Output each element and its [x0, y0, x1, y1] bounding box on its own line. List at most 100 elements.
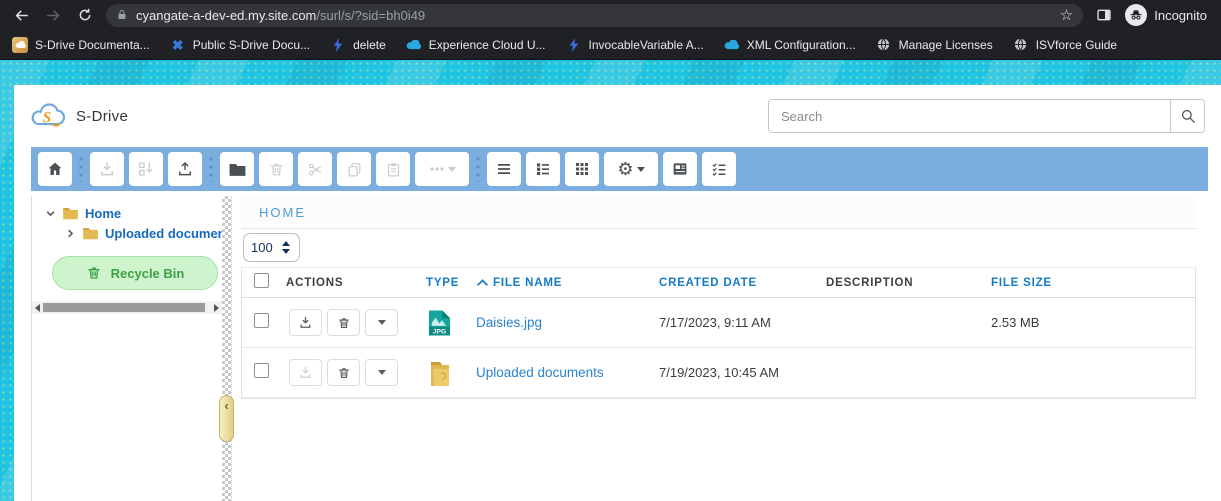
bookmark-item[interactable]: XML Configuration... [724, 37, 856, 53]
tree-item-home[interactable]: Home [32, 203, 222, 223]
row-download-button[interactable] [289, 309, 322, 336]
row-download-button[interactable] [289, 359, 322, 386]
chevron-right-icon[interactable] [65, 228, 76, 239]
trash-icon [86, 265, 102, 281]
delete-button[interactable] [259, 152, 293, 186]
new-folder-button[interactable] [220, 152, 254, 186]
download-icon [98, 160, 116, 178]
created-date-cell: 7/19/2023, 10:45 AM [659, 365, 826, 380]
scrollbar-thumb[interactable] [43, 303, 205, 312]
search-button[interactable] [1170, 100, 1204, 132]
bookmark-item[interactable]: ✖ Public S-Drive Docu... [170, 37, 310, 53]
chevron-down-icon [378, 370, 386, 375]
table-row: JPG Daisies.jpg 7/17/2023, 9:11 AM 2.53 … [242, 298, 1195, 348]
chevron-down-icon[interactable] [45, 208, 56, 219]
grid-view-button[interactable] [565, 152, 599, 186]
detail-view-icon [534, 160, 552, 178]
splitter-handle[interactable]: ‹ [219, 395, 234, 442]
column-header-file-name[interactable]: FILE NAME [476, 277, 659, 289]
incognito-icon [1125, 4, 1147, 26]
tree-item-uploaded-documents[interactable]: Uploaded documents [32, 223, 222, 243]
tree-horizontal-scrollbar[interactable] [32, 301, 222, 314]
bookmark-item[interactable]: delete [330, 37, 386, 53]
url-text: cyangate-a-dev-ed.my.site.com/surl/s/?si… [136, 8, 1052, 23]
row-checkbox[interactable] [254, 363, 269, 378]
folder-icon [82, 226, 99, 240]
search-icon [1179, 107, 1197, 125]
stepper-up-button[interactable] [282, 241, 290, 246]
incognito-badge[interactable]: Incognito [1125, 4, 1211, 26]
checklist-view-button[interactable] [702, 152, 736, 186]
column-header-created-date[interactable]: CREATED DATE [659, 277, 826, 289]
upload-button[interactable] [168, 152, 202, 186]
page-size-input[interactable] [251, 240, 277, 255]
bookmark-item[interactable]: S-Drive Documenta... [12, 37, 150, 53]
row-more-button[interactable] [365, 359, 398, 386]
row-checkbox[interactable] [254, 313, 269, 328]
page-background: S S-Drive [0, 60, 1221, 501]
scroll-left-icon[interactable] [35, 304, 40, 312]
sort-asc-icon [476, 278, 489, 287]
toolbar-separator [209, 156, 213, 182]
row-actions [282, 309, 426, 336]
stepper-down-button[interactable] [282, 249, 290, 254]
home-button[interactable] [38, 152, 72, 186]
tree-item-label: Uploaded documents [105, 226, 222, 241]
cut-button[interactable] [298, 152, 332, 186]
row-delete-button[interactable] [327, 359, 360, 386]
jpg-file-icon: JPG [428, 309, 451, 337]
bookmark-star-icon[interactable]: ☆ [1060, 8, 1073, 23]
paste-button[interactable] [376, 152, 410, 186]
bookmark-item[interactable]: Experience Cloud U... [406, 37, 546, 53]
select-all-checkbox[interactable] [254, 273, 269, 288]
folder-tree-panel: Home Uploaded documents Recycle Bin [31, 196, 222, 501]
file-table: ACTIONS TYPE FILE NAME CREATED DATE DESC… [241, 267, 1196, 399]
download-button[interactable] [90, 152, 124, 186]
settings-button[interactable]: ⚙ [604, 152, 658, 186]
stepper-arrows [282, 241, 290, 254]
select-all-cell [242, 273, 282, 293]
url-bar[interactable]: cyangate-a-dev-ed.my.site.com/surl/s/?si… [106, 4, 1083, 27]
file-name-link[interactable]: Daisies.jpg [476, 315, 542, 330]
svg-text:S: S [43, 109, 52, 126]
globe-icon [876, 37, 892, 53]
file-name-link[interactable]: Uploaded documents [476, 365, 604, 380]
detail-view-button[interactable] [526, 152, 560, 186]
row-delete-button[interactable] [327, 309, 360, 336]
file-size-cell: 2.53 MB [991, 315, 1195, 330]
side-panel-button[interactable] [1093, 4, 1115, 26]
chevron-down-icon [637, 167, 645, 172]
ellipsis-icon [429, 166, 445, 172]
search-box [768, 99, 1205, 133]
bookmark-item[interactable]: ISVforce Guide [1013, 37, 1117, 53]
scroll-right-icon[interactable] [214, 304, 219, 312]
file-type-cell: JPG [426, 309, 476, 337]
column-header-file-size[interactable]: FILE SIZE [991, 277, 1195, 289]
copy-icon [346, 161, 363, 178]
batch-download-button[interactable] [129, 152, 163, 186]
table-header-row: ACTIONS TYPE FILE NAME CREATED DATE DESC… [242, 268, 1195, 298]
file-list-panel: HOME ACTIONS TYPE FILE NAME CREA [231, 196, 1221, 501]
app-title: S-Drive [76, 108, 128, 125]
breadcrumb-home-link[interactable]: HOME [259, 205, 306, 220]
list-view-button[interactable] [487, 152, 521, 186]
search-input[interactable] [769, 100, 1170, 132]
bookmark-item[interactable]: InvocableVariable A... [566, 37, 704, 53]
brand: S S-Drive [30, 103, 128, 129]
row-more-button[interactable] [365, 309, 398, 336]
card-view-icon [671, 160, 689, 178]
recycle-bin-button[interactable]: Recycle Bin [52, 256, 218, 290]
recycle-bin-label: Recycle Bin [111, 266, 185, 281]
forward-button[interactable] [42, 4, 64, 26]
file-toolbar: ⚙ [31, 147, 1208, 191]
copy-button[interactable] [337, 152, 371, 186]
bookmark-item[interactable]: Manage Licenses [876, 37, 993, 53]
column-header-type[interactable]: TYPE [426, 277, 476, 289]
card-view-button[interactable] [663, 152, 697, 186]
refresh-button[interactable] [74, 4, 96, 26]
more-actions-button[interactable] [415, 152, 469, 186]
back-button[interactable] [10, 4, 32, 26]
sdrive-app-card: S S-Drive [14, 85, 1221, 501]
checklist-icon [710, 160, 728, 178]
splitter-bar[interactable]: ‹ [222, 196, 231, 501]
